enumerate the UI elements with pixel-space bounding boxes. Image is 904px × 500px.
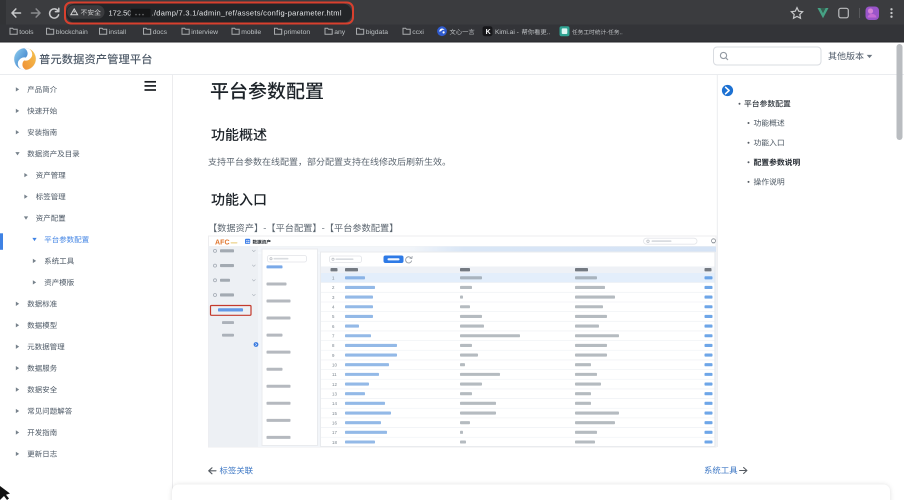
svg-text:any: any — [334, 29, 346, 36]
svg-text:primeton: primeton — [284, 29, 311, 36]
svg-text:15: 15 — [332, 411, 337, 416]
svg-text:AFC: AFC — [215, 240, 230, 247]
svg-text:18: 18 — [332, 440, 337, 445]
svg-text:13: 13 — [332, 391, 337, 396]
svg-text:ccxi: ccxi — [412, 29, 424, 36]
svg-text:172.50.: 172.50. — [109, 9, 134, 18]
svg-text:bigdata: bigdata — [366, 29, 389, 36]
svg-text:blockchain: blockchain — [56, 29, 88, 36]
svg-text:12: 12 — [332, 382, 337, 387]
svg-text:Kimi.ai -: Kimi.ai - — [495, 29, 519, 36]
svg-text:mobile: mobile — [241, 29, 261, 36]
svg-text:./damp/7.3.1/admin_ref/assets/: ./damp/7.3.1/admin_ref/assets/config-par… — [152, 9, 342, 18]
svg-text:16: 16 — [332, 420, 337, 425]
svg-text:interview: interview — [191, 29, 218, 36]
svg-text:install: install — [109, 29, 127, 36]
svg-text:14: 14 — [332, 401, 337, 406]
svg-text:tools: tools — [19, 29, 34, 36]
svg-text:K: K — [486, 29, 491, 36]
svg-text:17: 17 — [332, 430, 337, 435]
svg-text:10: 10 — [332, 362, 337, 367]
svg-text:docs: docs — [153, 29, 168, 36]
svg-text:11: 11 — [332, 372, 337, 377]
